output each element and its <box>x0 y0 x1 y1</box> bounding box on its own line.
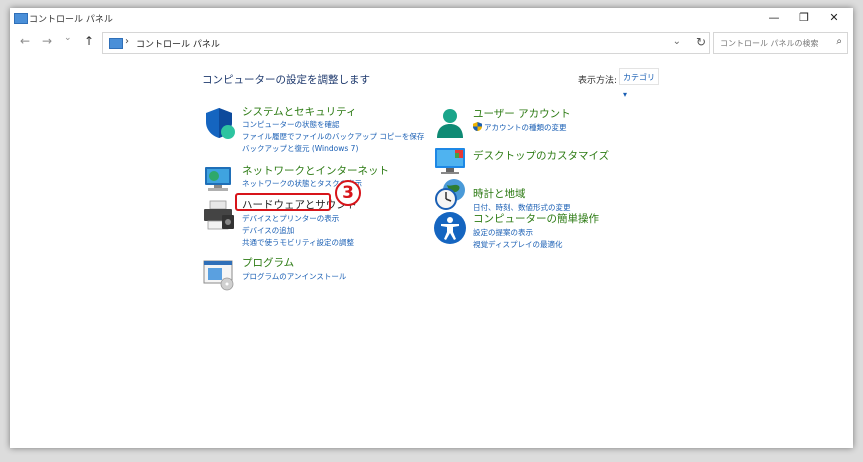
title-bar: コントロール パネル — ❐ ✕ <box>10 8 853 28</box>
control-panel-icon <box>109 38 123 49</box>
link-mobility-settings[interactable]: 共通で使うモビリティ設定の調整 <box>242 237 354 248</box>
printer-icon <box>204 200 234 230</box>
network-icon <box>205 167 231 191</box>
breadcrumb-chevron-icon[interactable]: › <box>125 36 129 47</box>
category-title[interactable]: 時計と地域 <box>473 186 526 201</box>
link-add-device[interactable]: デバイスの追加 <box>242 225 294 236</box>
link-optimize-display[interactable]: 視覚ディスプレイの最適化 <box>473 239 562 250</box>
maximize-button[interactable]: ❐ <box>790 9 818 27</box>
control-panel-window: コントロール パネル — ❐ ✕ ← → ⌄ ↑ › コントロール パネル ⌄ … <box>10 8 853 448</box>
close-button[interactable]: ✕ <box>820 9 848 27</box>
breadcrumb[interactable]: コントロール パネル <box>136 37 220 50</box>
search-icon[interactable]: ⌕ <box>836 36 842 47</box>
category-title[interactable]: プログラム <box>242 255 294 270</box>
search-placeholder: コントロール パネルの検索 <box>720 39 819 48</box>
link-devices-printers[interactable]: デバイスとプリンターの表示 <box>242 213 339 224</box>
back-button[interactable]: ← <box>20 34 30 48</box>
link-backup-restore[interactable]: バックアップと復元 (Windows 7) <box>242 143 358 154</box>
desktop-icon <box>435 148 465 174</box>
link-check-status[interactable]: コンピューターの状態を確認 <box>242 119 340 130</box>
view-by-dropdown[interactable]: カテゴリ ▾ <box>619 68 659 99</box>
link-suggestions[interactable]: 設定の提案の表示 <box>473 227 533 238</box>
uac-shield-icon <box>473 122 482 131</box>
page-title: コンピューターの設定を調整します <box>202 74 370 86</box>
link-file-history[interactable]: ファイル履歴でファイルのバックアップ コピーを保存 <box>242 131 424 142</box>
chevron-down-icon[interactable]: ⌄ <box>673 36 681 47</box>
category-title[interactable]: コンピューターの簡単操作 <box>473 211 599 226</box>
accessibility-icon <box>434 212 466 244</box>
clock-globe-icon <box>435 179 465 210</box>
minimize-button[interactable]: — <box>760 9 788 27</box>
search-input[interactable]: コントロール パネルの検索 ⌕ <box>713 32 848 54</box>
category-title[interactable]: ユーザー アカウント <box>473 106 571 121</box>
category-title[interactable]: ネットワークとインターネット <box>242 163 389 178</box>
up-button[interactable]: ↑ <box>84 34 94 48</box>
navigation-bar: ← → ⌄ ↑ › コントロール パネル ⌄ ↻ コントロール パネルの検索 ⌕ <box>10 30 853 54</box>
programs-icon <box>203 260 234 291</box>
forward-button[interactable]: → <box>42 34 52 48</box>
category-title[interactable]: システムとセキュリティ <box>242 104 357 119</box>
highlight-box <box>235 193 331 211</box>
recent-locations-button[interactable]: ⌄ <box>64 33 72 43</box>
refresh-icon[interactable]: ↻ <box>696 35 706 49</box>
control-panel-icon <box>14 13 28 24</box>
step-number-badge: 3 <box>335 180 361 206</box>
address-bar[interactable]: › コントロール パネル ⌄ ↻ <box>102 32 710 54</box>
shield-icon <box>206 108 235 139</box>
view-by-label: 表示方法: <box>578 76 618 86</box>
user-accounts-icon <box>437 109 463 138</box>
link-uninstall-program[interactable]: プログラムのアンインストール <box>242 271 346 282</box>
window-title: コントロール パネル <box>29 15 113 25</box>
category-title[interactable]: デスクトップのカスタマイズ <box>473 148 609 163</box>
link-change-account-type[interactable]: アカウントの種類の変更 <box>484 122 567 133</box>
